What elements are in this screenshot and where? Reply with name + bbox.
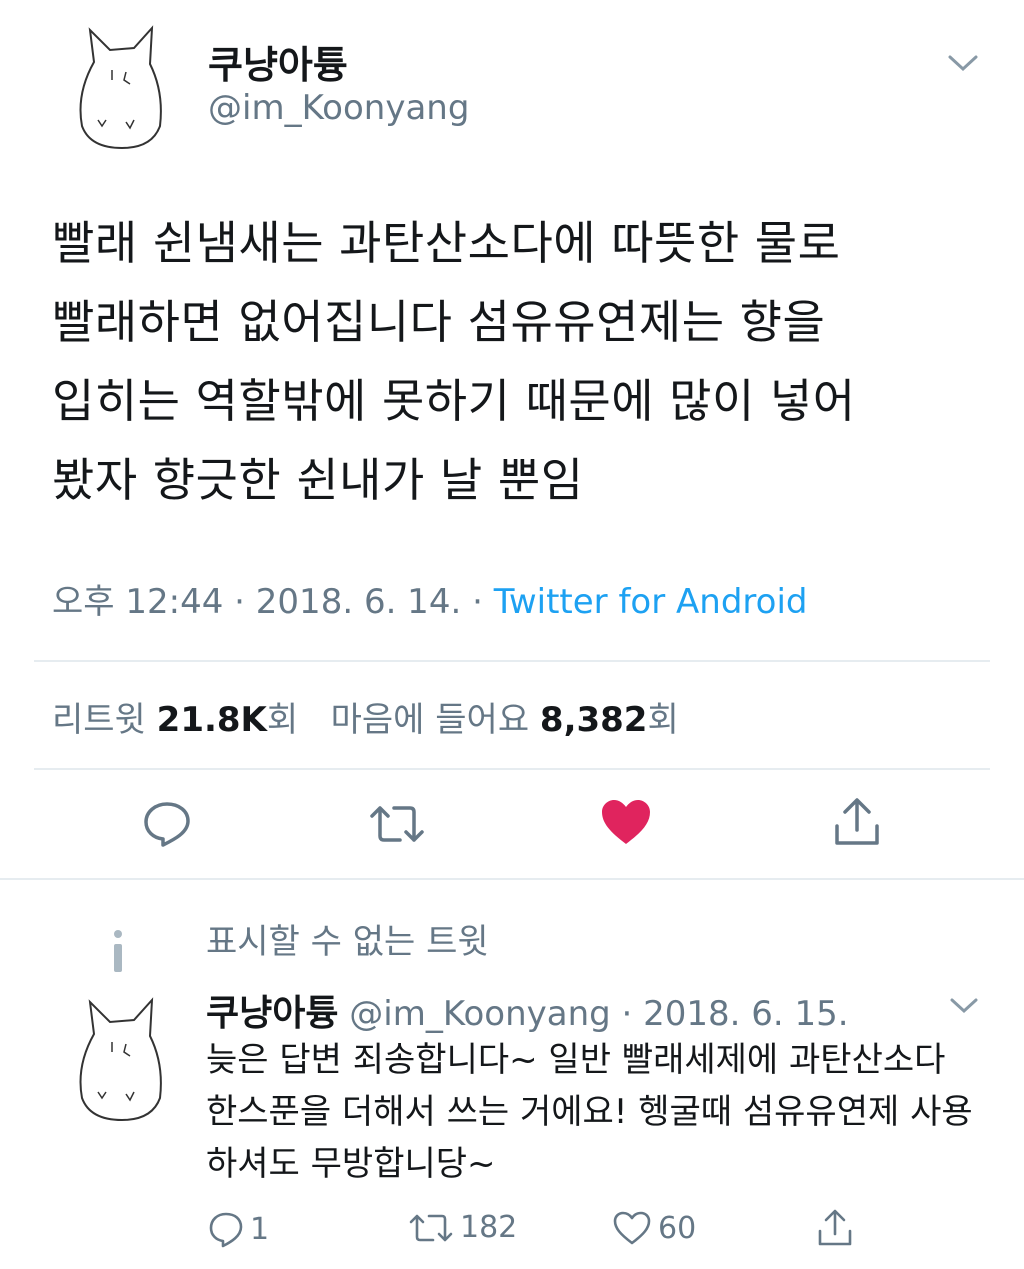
chevron-down-icon[interactable] [948,996,980,1020]
tweet-text-line: 입히는 역할밖에 못하기 때문에 많이 넣어 [52,374,856,428]
divider [34,768,990,770]
tweet-date: 2018. 6. 14. [255,582,462,622]
cat-drawing-icon [79,25,162,150]
tweet-text-line: 빨래 쉰냄새는 과탄산소다에 따뜻한 물로 [52,216,841,270]
count-suffix: 회 [647,700,679,740]
tweet-text-line: 빨래하면 없어집니다 섬유유연제는 향을 [52,295,826,349]
reply-button[interactable] [142,798,192,852]
avatar[interactable] [72,22,172,152]
tweet-meta: 오후 12:44 · 2018. 6. 14. · Twitter for An… [52,574,807,623]
divider [0,878,1024,880]
meta-separator: · [234,582,245,622]
reply-like-count: 60 [658,1210,697,1246]
tweet-stats: 리트윗 21.8K회 마음에 들어요 8,382회 [52,692,679,741]
like-count[interactable]: 8,382 [540,700,648,740]
retweet-icon [409,1214,453,1241]
meta-separator: · [472,582,483,622]
avatar[interactable] [72,994,172,1128]
reply-header: 쿠냥아튱 @im_Koonyang · 2018. 6. 15. [206,984,849,1036]
reply-retweet-button[interactable]: 182 [408,1210,517,1245]
divider [34,660,990,662]
meta-separator: · [621,994,633,1034]
share-icon [835,798,879,845]
retweet-label[interactable]: 리트윗 [52,700,146,740]
retweet-count[interactable]: 21.8K [157,700,267,740]
reply-author-name[interactable]: 쿠냥아튱 [206,993,338,1034]
reply-reply-button[interactable]: 1 [208,1210,269,1248]
cat-drawing-icon [79,997,162,1122]
author-handle[interactable]: @im_Koonyang [208,88,469,128]
tweet-text-line: 봤자 향긋한 쉰내가 날 뿐임 [52,453,584,507]
reply-retweet-count: 182 [460,1210,518,1245]
share-button[interactable] [832,796,882,852]
reply-count: 1 [250,1211,270,1247]
like-button[interactable] [600,798,652,850]
info-icon [106,928,130,978]
reply-text: 늦은 답변 죄송합니다~ 일반 빨래세제에 과탄산소다 한스푼을 더해서 쓰는 … [206,1040,973,1184]
heart-outline-icon [613,1211,651,1245]
count-suffix: 회 [266,700,299,740]
unavailable-tweet-notice: 표시할 수 없는 트윗 [206,922,489,962]
author-name[interactable]: 쿠냥아튱 [208,34,348,89]
retweet-icon [370,806,424,842]
reply-icon [144,802,190,847]
reply-icon [209,1212,243,1248]
share-icon [818,1209,852,1246]
heart-filled-icon [602,800,650,844]
reply-author-handle[interactable]: @im_Koonyang [349,994,610,1034]
reply-date[interactable]: 2018. 6. 15. [643,994,848,1034]
tweet-time: 오후 12:44 [52,582,224,622]
tweet-source-link[interactable]: Twitter for Android [494,582,808,622]
chevron-down-icon[interactable] [946,52,980,78]
tweet-text: 빨래 쉰냄새는 과탄산소다에 따뜻한 물로 빨래하면 없어집니다 섬유유연제는 … [52,204,992,520]
retweet-button[interactable] [368,802,426,850]
like-label[interactable]: 마음에 들어요 [331,700,530,740]
reply-like-button[interactable]: 60 [612,1210,696,1246]
reply-share-button[interactable] [816,1208,854,1248]
